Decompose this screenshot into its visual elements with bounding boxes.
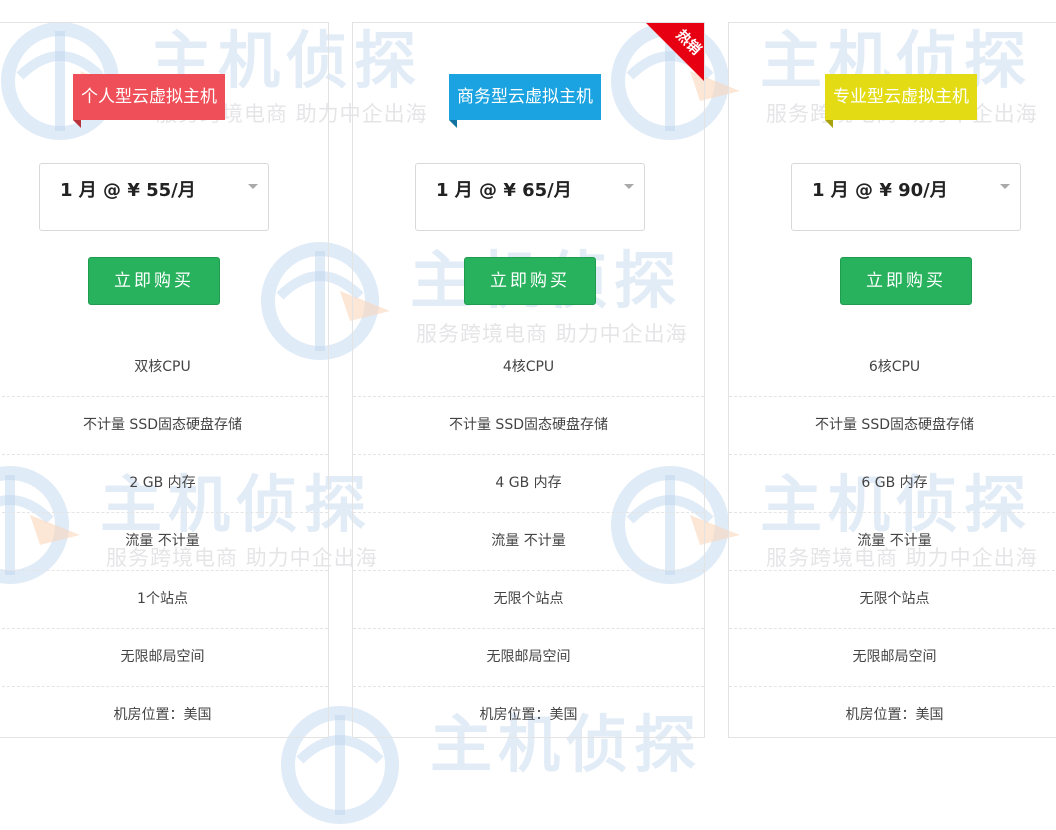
plan-name: 个人型云虚拟主机 [81,87,217,107]
plan-ribbon: 个人型云虚拟主机 [73,74,225,128]
feature-mail: 无限邮局空间 [729,629,1056,687]
buy-now-button[interactable]: 立即购买 [88,257,220,305]
feature-memory: 4 GB 内存 [353,455,704,513]
caret-down-icon [248,184,258,189]
hot-sale-badge: 热销 [645,23,704,82]
billing-period-select[interactable]: 1 月 @ ¥ 55/月 [39,163,269,231]
feature-traffic: 流量 不计量 [353,513,704,571]
plan-name: 商务型云虚拟主机 [457,87,593,107]
feature-memory: 2 GB 内存 [0,455,328,513]
plan-card-professional: 专业型云虚拟主机 1 月 @ ¥ 90/月 立即购买 6核CPU 不计量 SSD… [728,22,1056,738]
feature-location: 机房位置：美国 [113,707,212,723]
feature-traffic: 流量 不计量 [0,513,328,571]
feature-traffic: 流量 不计量 [729,513,1056,571]
ribbon-fold [825,120,833,128]
feature-location: 机房位置：美国 [845,707,944,723]
plan-name: 专业型云虚拟主机 [833,87,969,107]
billing-period-value: 1 月 @ ¥ 65/月 [436,180,572,201]
feature-cpu: 双核CPU [0,339,328,397]
buy-now-button[interactable]: 立即购买 [464,257,596,305]
plan-card-personal: 个人型云虚拟主机 1 月 @ ¥ 55/月 立即购买 双核CPU 不计量 SSD… [0,22,329,738]
caret-down-icon [624,184,634,189]
feature-sites: 无限个站点 [729,571,1056,629]
plan-ribbon: 商务型云虚拟主机 [449,74,601,128]
caret-down-icon [1000,184,1010,189]
feature-storage: 不计量 SSD固态硬盘存储 [353,397,704,455]
feature-cpu: 6核CPU [729,339,1056,397]
billing-period-select[interactable]: 1 月 @ ¥ 65/月 [415,163,645,231]
ribbon-fold [73,120,81,128]
feature-list: 6核CPU 不计量 SSD固态硬盘存储 6 GB 内存 流量 不计量 无限个站点… [729,339,1056,737]
feature-storage: 不计量 SSD固态硬盘存储 [729,397,1056,455]
feature-mail: 无限邮局空间 [353,629,704,687]
feature-list: 4核CPU 不计量 SSD固态硬盘存储 4 GB 内存 流量 不计量 无限个站点… [353,339,704,737]
feature-location: 机房位置：美国 [479,707,578,723]
plan-ribbon: 专业型云虚拟主机 [825,74,977,128]
feature-sites: 无限个站点 [353,571,704,629]
feature-list: 双核CPU 不计量 SSD固态硬盘存储 2 GB 内存 流量 不计量 1个站点 … [0,339,328,737]
billing-period-select[interactable]: 1 月 @ ¥ 90/月 [791,163,1021,231]
buy-now-button[interactable]: 立即购买 [840,257,972,305]
billing-period-value: 1 月 @ ¥ 55/月 [60,180,196,201]
billing-period-value: 1 月 @ ¥ 90/月 [812,180,948,201]
feature-sites: 1个站点 [0,571,328,629]
feature-mail: 无限邮局空间 [0,629,328,687]
ribbon-fold [449,120,457,128]
feature-cpu: 4核CPU [353,339,704,397]
feature-storage: 不计量 SSD固态硬盘存储 [0,397,328,455]
plan-card-business: 热销 商务型云虚拟主机 1 月 @ ¥ 65/月 立即购买 4核CPU 不计量 … [352,22,705,738]
feature-memory: 6 GB 内存 [729,455,1056,513]
